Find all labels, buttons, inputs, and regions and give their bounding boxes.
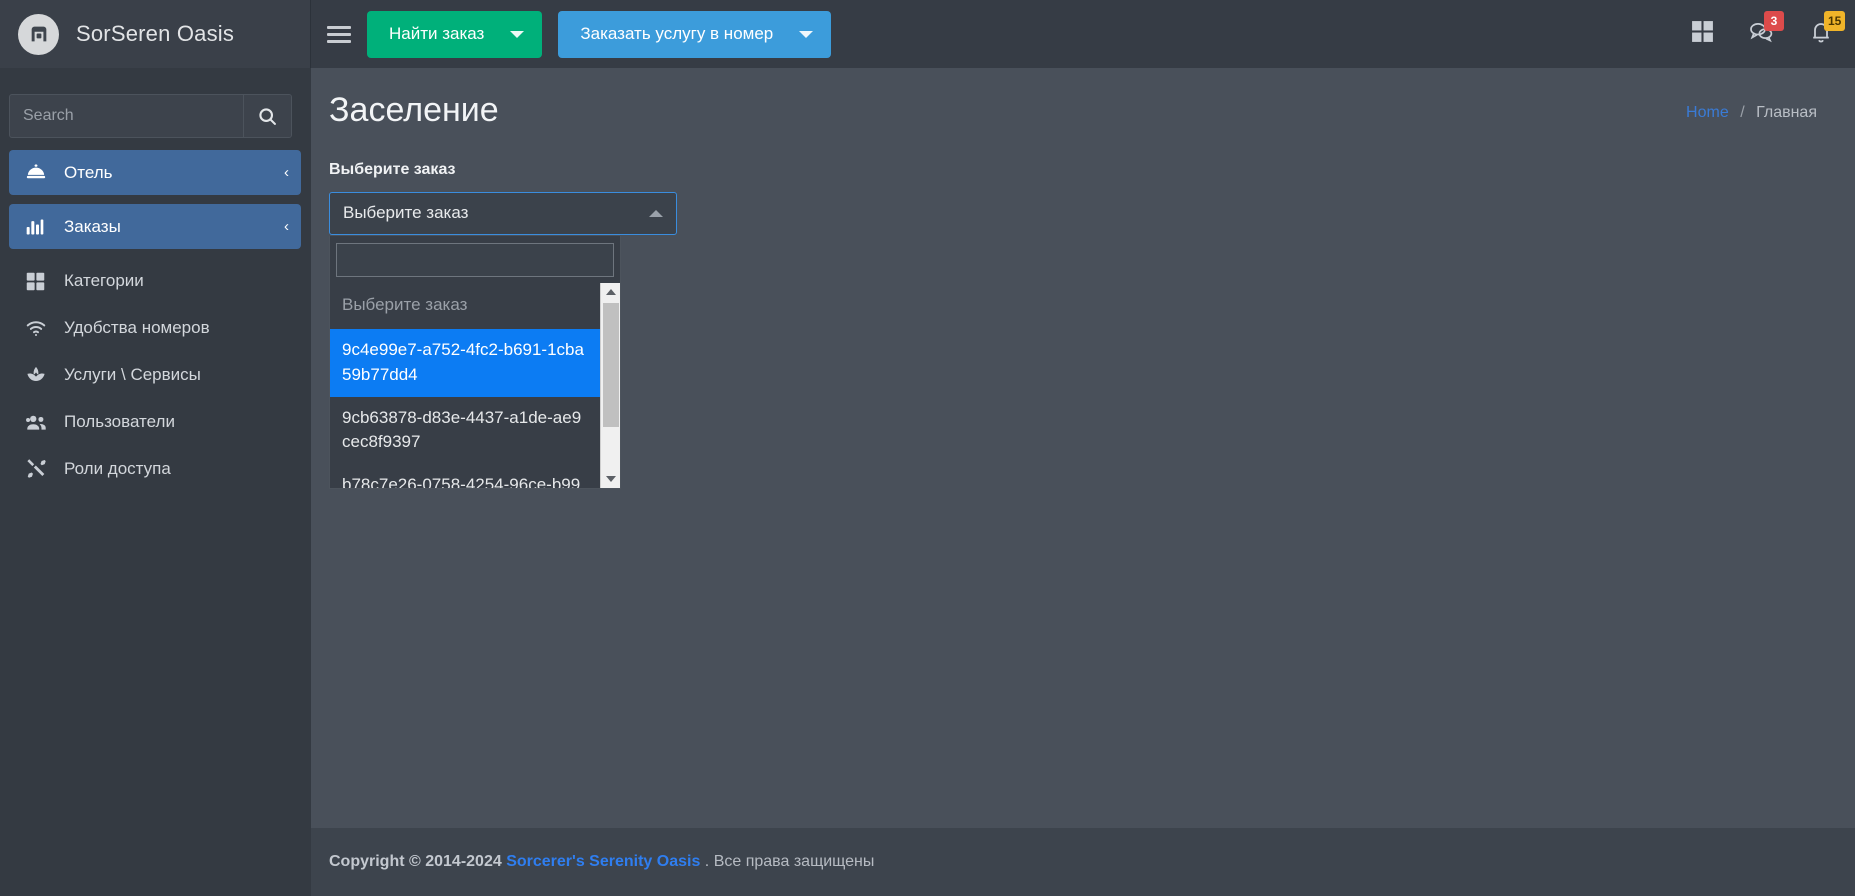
hamburger-icon[interactable] [311, 0, 367, 68]
sidebar-item-label: Категории [64, 271, 144, 290]
dropdown-option-placeholder[interactable]: Выберите заказ [330, 283, 600, 330]
sidebar-item-label: Отель [64, 162, 113, 182]
dropdown-options-list[interactable]: Выберите заказ 9c4e99e7-a752-4fc2-b691-1… [330, 282, 600, 488]
concierge-bell-icon [25, 162, 51, 184]
sidebar-search[interactable] [9, 94, 292, 138]
sidebar-item-otel[interactable]: Отель ‹ [9, 150, 301, 195]
sidebar-item-label: Роли доступа [64, 459, 171, 478]
select-order-label: Выберите заказ [329, 160, 456, 178]
breadcrumb: Home / Главная [1686, 90, 1817, 122]
dropdown-option[interactable]: 9c4e99e7-a752-4fc2-b691-1cba59b77dd4 [330, 329, 600, 397]
users-icon [25, 411, 51, 434]
hotel-logo-icon [18, 13, 59, 55]
dropdown-search-wrap [330, 236, 620, 283]
chat-icon[interactable]: 3 [1749, 10, 1784, 49]
order-select-value: Выберите заказ [343, 203, 469, 223]
topbar-actions: 3 15 [1690, 10, 1855, 49]
footer-rights: . Все права защищены [704, 853, 875, 870]
dropdown-list-wrap: Выберите заказ 9c4e99e7-a752-4fc2-b691-1… [330, 282, 621, 488]
order-room-service-label: Заказать услугу в номер [580, 24, 774, 43]
grid-apps-icon[interactable] [1690, 19, 1715, 49]
chevron-down-icon [799, 30, 814, 38]
dropdown-search-input[interactable] [336, 242, 614, 277]
sidebar-item-label: Услуги \ Сервисы [64, 365, 201, 384]
sidebar-item-roli-dostupa[interactable]: Роли доступа [9, 446, 301, 492]
main-content: Заселение Home / Главная Выберите заказ … [311, 68, 1855, 896]
chevron-left-icon: ‹ [284, 164, 289, 181]
sidebar-item-polzovateli[interactable]: Пользователи [9, 399, 301, 445]
bar-chart-icon [25, 217, 51, 237]
topbar: Найти заказ Заказать услугу в номер 3 15 [311, 0, 1855, 68]
footer-text: Copyright © 2014-2024 Sorcerer's Serenit… [329, 853, 874, 871]
chevron-left-icon: ‹ [284, 218, 289, 235]
notifications-badge: 15 [1824, 10, 1846, 31]
sidebar-item-label: Заказы [64, 216, 121, 236]
breadcrumb-separator: / [1740, 104, 1745, 121]
search-input[interactable] [10, 95, 243, 137]
sidebar-item-kategorii[interactable]: Категории [9, 258, 301, 304]
dropdown-option[interactable]: 9cb63878-d83e-4437-a1de-ae9cec8f9397 [330, 397, 600, 464]
tools-icon [25, 458, 51, 480]
chevron-down-icon [510, 30, 525, 38]
breadcrumb-current: Главная [1756, 104, 1817, 121]
order-select-box[interactable]: Выберите заказ [329, 191, 677, 235]
scroll-up-arrow-icon[interactable] [601, 283, 621, 301]
search-icon [259, 107, 276, 125]
sidebar: SorSeren Oasis Отель ‹ [0, 0, 311, 896]
breadcrumb-home-link[interactable]: Home [1686, 104, 1729, 121]
scrollbar-thumb[interactable] [602, 302, 619, 427]
bell-icon[interactable]: 15 [1809, 10, 1846, 49]
brand-name: SorSeren Oasis [76, 21, 235, 46]
page-title: Заселение [329, 91, 499, 129]
find-order-label: Найти заказ [389, 24, 485, 43]
page-footer: Copyright © 2014-2024 Sorcerer's Serenit… [311, 828, 1855, 896]
dropdown-scrollbar[interactable] [600, 282, 621, 488]
sidebar-item-udobstva-nomerov[interactable]: Удобства номеров [9, 305, 301, 351]
scrollbar-track[interactable] [601, 301, 621, 470]
sidebar-nav: Отель ‹ Заказы ‹ Категории Удобства номе… [0, 150, 311, 492]
sidebar-item-uslugi-servisy[interactable]: Услуги \ Сервисы [9, 352, 301, 398]
wifi-icon [25, 317, 51, 339]
sidebar-item-label: Пользователи [64, 412, 175, 431]
grid-icon [25, 271, 51, 292]
order-room-service-button[interactable]: Заказать услугу в номер [558, 10, 832, 58]
order-select-area: Выберите заказ Выберите заказ 9c4e99e7-a… [329, 191, 677, 489]
order-dropdown-panel: Выберите заказ 9c4e99e7-a752-4fc2-b691-1… [329, 235, 621, 489]
sidebar-item-zakazy[interactable]: Заказы ‹ [9, 204, 301, 249]
messages-badge: 3 [1764, 10, 1784, 31]
sidebar-item-label: Удобства номеров [64, 318, 210, 337]
caret-up-icon [649, 209, 663, 217]
spa-icon [25, 364, 51, 386]
find-order-button[interactable]: Найти заказ [367, 10, 543, 58]
page-header: Заселение Home / Главная [311, 68, 1855, 131]
footer-brand-link[interactable]: Sorcerer's Serenity Oasis [506, 853, 700, 870]
search-button[interactable] [243, 95, 291, 137]
sidebar-brand-header[interactable]: SorSeren Oasis [0, 0, 311, 68]
footer-copyright: Copyright © 2014-2024 [329, 853, 502, 870]
dropdown-option[interactable]: b78c7e26-0758-4254-96ce-b99d7df8bf11 [330, 464, 600, 488]
scroll-down-arrow-icon[interactable] [601, 470, 621, 488]
